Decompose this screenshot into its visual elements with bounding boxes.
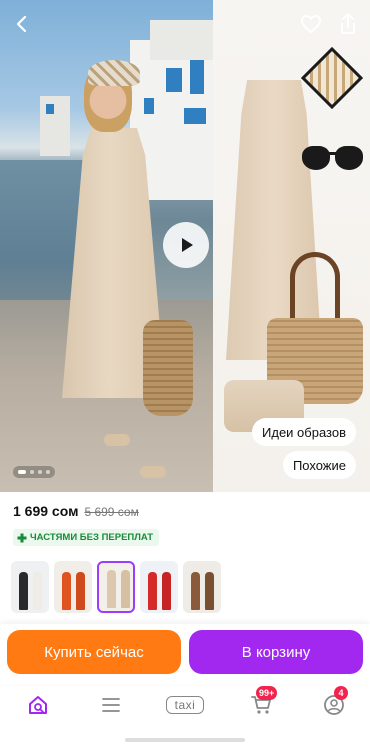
plus-icon [17,533,27,542]
play-icon [182,238,193,252]
variant-figure [76,572,85,610]
add-to-cart-button[interactable]: В корзину [189,630,363,674]
taxi-label: taxi [165,696,205,714]
menu-icon [102,698,120,712]
variant-figure [19,572,28,610]
play-video-button[interactable] [163,222,209,268]
home-search-icon [29,696,47,714]
top-bar [0,0,370,48]
share-icon[interactable] [336,11,360,37]
variant-figure [148,572,157,610]
nav-home[interactable] [20,690,56,720]
cart-badge: 99+ [256,686,278,700]
heart-icon[interactable] [298,12,324,36]
variant-figure [107,570,116,608]
variant-thumbnails [11,561,221,613]
variant-thumbnail[interactable] [11,561,49,613]
installments-badge[interactable]: ЧАСТЯМИ БЕЗ ПЕРЕПЛАТ [13,529,160,546]
buy-now-button[interactable]: Купить сейчас [7,630,181,674]
gallery-dot [30,470,34,474]
nav-profile[interactable]: 4 [316,686,352,720]
gallery-dot [18,470,26,474]
price-row: 1 699 сом 5 699 сом [13,503,139,519]
variant-figure [191,572,200,610]
old-price: 5 699 сом [84,505,139,519]
gallery-dot [46,470,50,474]
variant-figure [121,570,130,608]
sunglasses-product-image [302,146,364,172]
back-arrow-icon[interactable] [10,12,34,36]
variant-figure [33,572,42,610]
variant-figure [62,572,71,610]
variant-thumbnail[interactable] [183,561,221,613]
installments-label: ЧАСТЯМИ БЕЗ ПЕРЕПЛАТ [30,532,154,543]
outfit-ideas-button[interactable]: Идеи образов [252,418,356,446]
gallery-dot [38,470,42,474]
similar-items-button[interactable]: Похожие [282,451,356,479]
variant-figure [162,572,171,610]
variant-figure [205,572,214,610]
current-price: 1 699 сом [13,503,79,519]
action-bar: Купить сейчас В корзину [0,624,370,684]
variant-thumbnail[interactable] [140,561,178,613]
nav-catalog[interactable] [93,690,129,720]
profile-badge: 4 [334,686,348,700]
product-gallery[interactable]: Идеи образов Похожие [0,0,370,492]
bottom-nav: taxi 99+ 4 [0,684,370,726]
variant-thumbnail[interactable] [54,561,92,613]
home-indicator [125,738,245,742]
gallery-pagination [13,466,55,478]
nav-cart[interactable]: 99+ [244,686,280,720]
nav-taxi[interactable]: taxi [162,690,208,720]
variant-thumbnail[interactable] [97,561,135,613]
product-screen: Идеи образов Похожие 1 699 сом 5 699 сом… [0,0,370,750]
